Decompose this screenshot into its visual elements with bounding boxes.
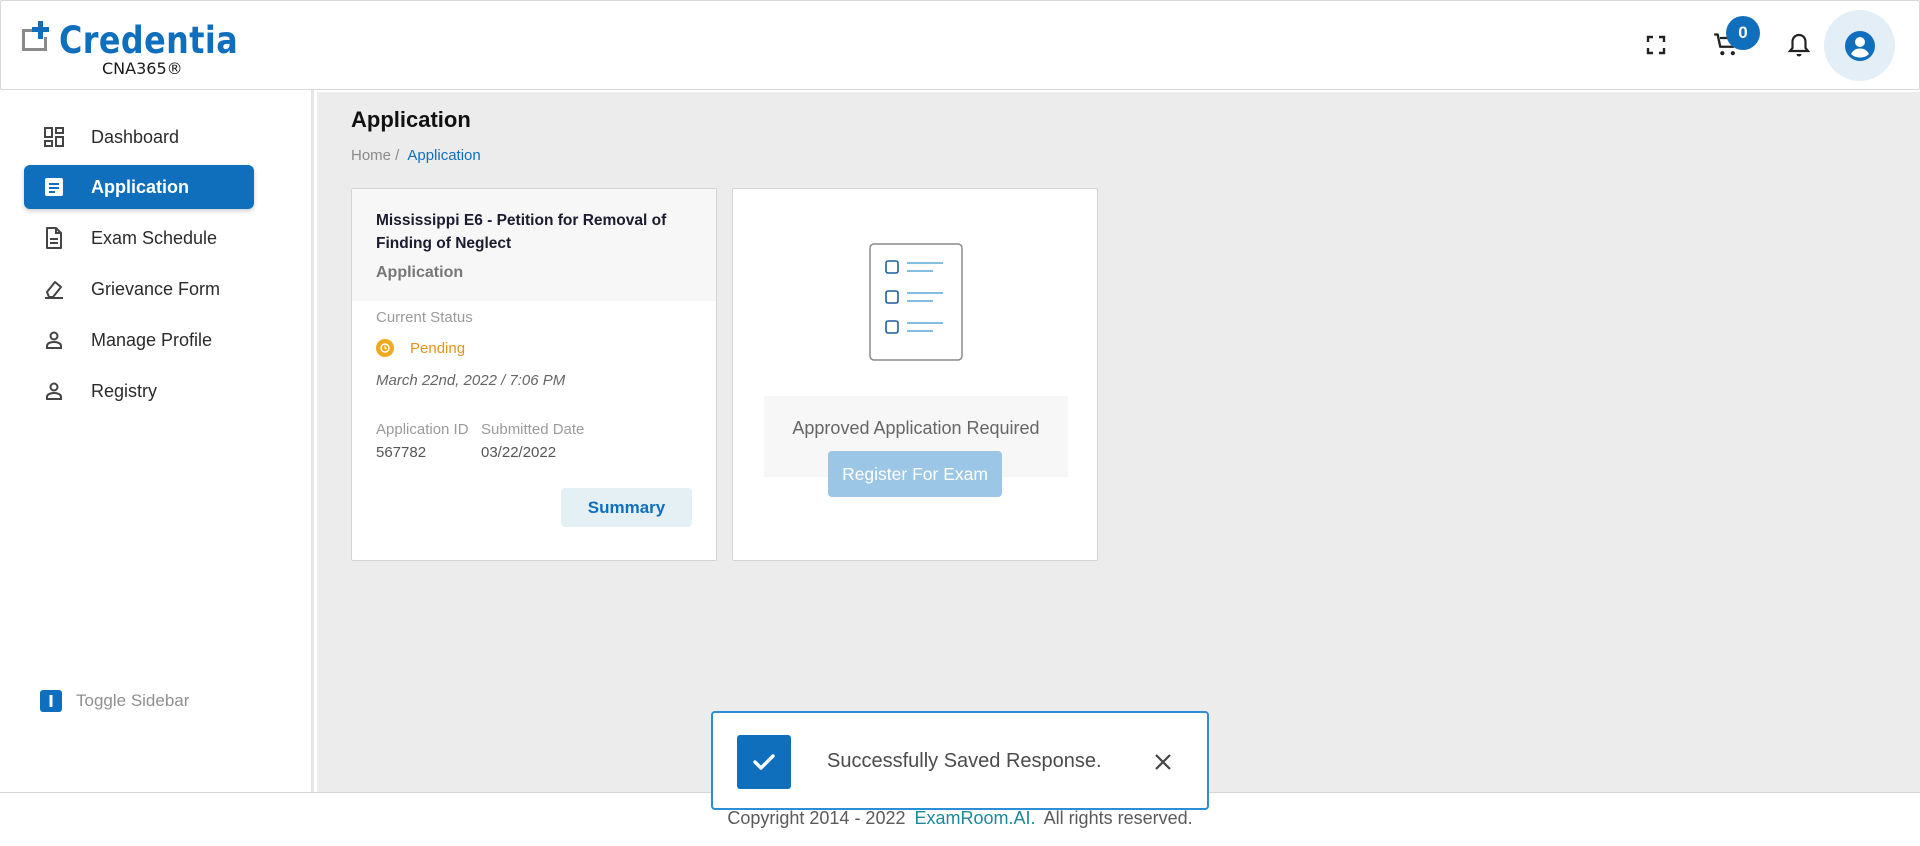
breadcrumb: Home / Application (351, 147, 481, 164)
sidebar: Dashboard Application Exam Schedule Grie… (0, 90, 314, 792)
credentia-logo[interactable]: Credentia CNA365® (20, 15, 238, 79)
eraser-icon (24, 278, 84, 300)
submitted-date-value: 03/22/2022 (481, 444, 557, 461)
toast-message: Successfully Saved Response. (827, 750, 1102, 772)
application-icon (24, 176, 84, 198)
account-icon (1844, 30, 1875, 61)
sidebar-item-grievance-form[interactable]: Grievance Form (24, 267, 254, 311)
close-icon[interactable] (1150, 749, 1176, 775)
application-title: Mississippi E6 - Petition for Removal of… (376, 212, 667, 252)
fullscreen-icon[interactable] (1640, 29, 1672, 61)
dashboard-icon (24, 126, 84, 148)
person-icon (24, 330, 84, 350)
main-content: Application Home / Application Mississipp… (317, 92, 1920, 792)
breadcrumb-home[interactable]: Home / (351, 147, 399, 164)
rights-text: All rights reserved. (1043, 808, 1193, 828)
person-icon (24, 381, 84, 401)
toggle-sidebar-label: Toggle Sidebar (76, 691, 190, 710)
copyright-text: Copyright 2014 - 2022 (727, 808, 906, 828)
sidebar-item-label: Dashboard (91, 126, 180, 147)
sidebar-item-label: Grievance Form (91, 278, 221, 299)
sidebar-item-label: Application (91, 176, 189, 197)
sidebar-item-application[interactable]: Application (24, 165, 254, 209)
success-toast: Successfully Saved Response. (711, 711, 1209, 810)
sidebar-item-manage-profile[interactable]: Manage Profile (24, 318, 254, 362)
status-badge: Pending (376, 339, 465, 357)
application-card-header: Mississippi E6 - Petition for Removal of… (352, 189, 716, 301)
page-title: Application (351, 107, 471, 132)
brand-name: Credentia (59, 19, 239, 62)
application-id-value: 567782 (376, 444, 427, 461)
check-icon (737, 735, 791, 789)
bell-icon[interactable] (1783, 29, 1815, 61)
approval-required-text: Approved Application Required (792, 418, 1040, 438)
document-icon (24, 226, 84, 250)
register-for-exam-button[interactable]: Register For Exam (828, 451, 1002, 497)
sidebar-toggle-icon (40, 690, 62, 712)
toggle-sidebar-button[interactable]: Toggle Sidebar (40, 690, 189, 712)
submitted-date-label: Submitted Date (481, 421, 585, 438)
logo-mark-icon (22, 21, 49, 51)
breadcrumb-current[interactable]: Application (407, 147, 480, 164)
checklist-illustration-icon (869, 243, 963, 361)
top-header: Credentia CNA365® 0 (0, 0, 1920, 90)
avatar[interactable] (1824, 10, 1895, 81)
pending-icon (376, 339, 394, 357)
sidebar-item-exam-schedule[interactable]: Exam Schedule (24, 216, 254, 260)
status-datetime: March 22nd, 2022 / 7:06 PM (376, 372, 566, 389)
current-status-label: Current Status (376, 309, 473, 326)
summary-button[interactable]: Summary (561, 488, 692, 527)
status-text: Pending (410, 339, 466, 357)
sidebar-item-label: Exam Schedule (91, 227, 218, 248)
sidebar-item-dashboard[interactable]: Dashboard (24, 115, 254, 159)
sidebar-item-registry[interactable]: Registry (24, 369, 254, 413)
cart-count-badge: 0 (1726, 16, 1760, 50)
sidebar-item-label: Manage Profile (91, 329, 213, 350)
application-subtitle: Application (376, 264, 464, 281)
sidebar-item-label: Registry (91, 380, 158, 401)
footer: Copyright 2014 - 2022 ExamRoom.AI. All r… (0, 808, 1920, 829)
examroom-link[interactable]: ExamRoom.AI. (915, 808, 1036, 828)
application-id-label: Application ID (376, 421, 469, 438)
brand-subtitle: CNA365® (102, 59, 183, 78)
application-card: Mississippi E6 - Petition for Removal of… (351, 188, 717, 561)
exam-registration-card: Approved Application Required Register F… (732, 188, 1098, 561)
